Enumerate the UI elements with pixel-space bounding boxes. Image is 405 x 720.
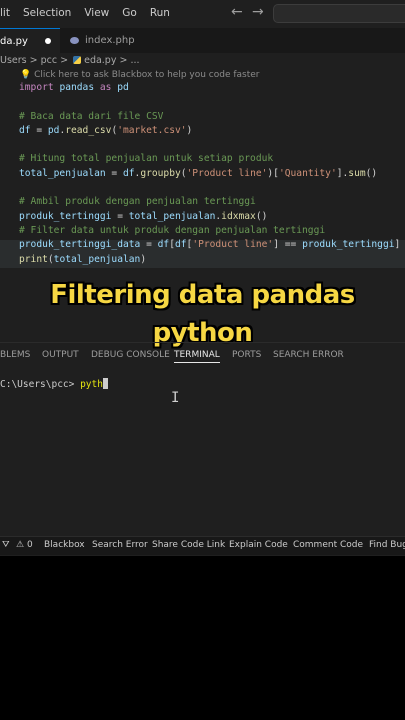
code-line[interactable]: total_penjualan = df.groupby('Product li… [19, 167, 400, 181]
tab-label: da.py [0, 35, 28, 47]
unsaved-dot-icon[interactable] [45, 38, 51, 44]
terminal[interactable]: C:\Users\pcc> pyth [0, 378, 108, 390]
panel-tabs: BLEMS OUTPUT DEBUG CONSOLE TERMINAL PORT… [0, 348, 405, 364]
menu-go[interactable]: Go [122, 7, 137, 19]
code-line[interactable]: # Filter data untuk produk dengan penjua… [19, 224, 400, 238]
menu-run[interactable]: Run [150, 7, 170, 19]
lightbulb-icon: 💡 [20, 70, 32, 80]
status-comment-code[interactable]: Comment Code [293, 540, 363, 550]
status-find-bugs[interactable]: Find Bugs [369, 540, 405, 550]
menu-selection[interactable]: Selection [23, 7, 71, 19]
editor-tab-bar: da.py index.php [0, 28, 405, 53]
code-line[interactable]: # Baca data dari file CSV [19, 110, 400, 124]
command-center-search[interactable] [273, 4, 405, 23]
problems-indicator[interactable]: ⚠ 0 [16, 540, 33, 550]
code-line[interactable] [19, 138, 400, 152]
code-line[interactable]: # Hitung total penjualan untuk setiap pr… [19, 152, 400, 166]
tab-label: index.php [85, 35, 135, 46]
tab-terminal[interactable]: TERMINAL [174, 350, 220, 363]
vscode-window: lit Selection View Go Run ← → da.py inde… [0, 0, 405, 556]
terminal-cursor [102, 378, 108, 389]
terminal-command: pyth [80, 379, 103, 390]
breadcrumb-file: eda.py > ... [84, 55, 140, 66]
hint-text: Click here to ask Blackbox to help you c… [34, 70, 260, 80]
video-title-line1: Filtering data pandas [50, 280, 355, 310]
remote-icon[interactable]: ⛛ [2, 540, 10, 550]
code-line[interactable]: # Ambil produk dengan penjualan tertingg… [19, 195, 400, 209]
tab-index-php[interactable]: index.php [62, 28, 157, 53]
code-line[interactable]: import pandas as pd [19, 81, 400, 95]
tab-search-error[interactable]: SEARCH ERROR [273, 350, 344, 360]
menu-edit[interactable]: lit [0, 7, 10, 19]
status-bar: ⛛ ⚠ 0 Blackbox Search Error Share Code L… [0, 536, 405, 555]
status-search-error[interactable]: Search Error [92, 540, 148, 550]
status-blackbox[interactable]: Blackbox [44, 540, 85, 550]
code-line[interactable]: print(total_penjualan) [19, 253, 400, 267]
problems-count: 0 [26, 540, 33, 550]
breadcrumb-path: Users > pcc > [0, 55, 72, 66]
tab-output[interactable]: OUTPUT [42, 350, 79, 360]
panel-divider [0, 342, 405, 343]
php-file-icon [70, 37, 79, 44]
code-line[interactable] [19, 95, 400, 109]
tab-debug-console[interactable]: DEBUG CONSOLE [91, 350, 170, 360]
tab-ports[interactable]: PORTS [232, 350, 261, 360]
code-line[interactable]: produk_tertinggi = total_penjualan.idxma… [19, 210, 400, 224]
status-share-code-link[interactable]: Share Code Link [152, 540, 225, 550]
tab-eda-py[interactable]: da.py [0, 28, 60, 53]
mouse-ibeam-cursor-icon: I [171, 390, 180, 406]
code-line[interactable] [19, 181, 400, 195]
terminal-prompt: C:\Users\pcc> [0, 379, 81, 390]
code-line[interactable]: df = pd.read_csv('market.csv') [19, 124, 400, 138]
forward-arrow-icon[interactable]: → [252, 4, 264, 20]
code-line[interactable]: produk_tertinggi_data = df[df['Product l… [19, 238, 400, 252]
back-arrow-icon[interactable]: ← [231, 4, 243, 20]
video-title-line2: python [152, 318, 253, 348]
menu-view[interactable]: View [84, 7, 109, 19]
code-editor[interactable]: import pandas as pd # Baca data dari fil… [19, 81, 400, 267]
python-file-icon [73, 56, 82, 64]
blackbox-hint[interactable]: 💡 Click here to ask Blackbox to help you… [20, 70, 260, 80]
tab-problems[interactable]: BLEMS [0, 350, 30, 360]
black-video-area [0, 556, 405, 720]
status-explain-code[interactable]: Explain Code [229, 540, 288, 550]
breadcrumb[interactable]: Users > pcc > eda.py > ... [0, 55, 140, 69]
